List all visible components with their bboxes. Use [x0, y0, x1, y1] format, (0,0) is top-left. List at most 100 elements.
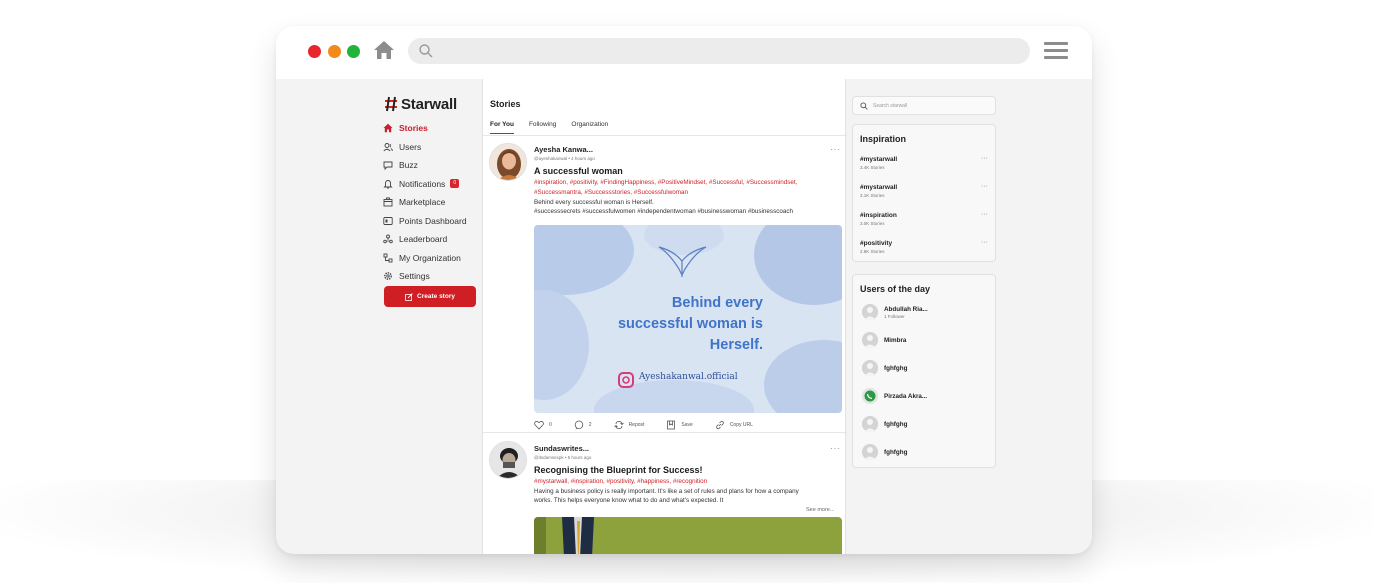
home-icon[interactable]	[373, 39, 395, 61]
post-more-options-icon[interactable]: ···	[830, 145, 841, 154]
post-hashtags[interactable]: #inspiration, #positivity, #FindingHappi…	[534, 178, 840, 197]
copy-url-label: Copy URL	[729, 422, 753, 428]
notification-count-badge: 0	[450, 179, 460, 189]
author-handle-time: @ayeshakanwal • 4 hours ago	[534, 156, 595, 161]
screenshot-stage: Starwall Stories Users Buzz Notification…	[0, 0, 1373, 583]
author-name[interactable]: Sundaswrites...	[534, 444, 589, 453]
user-of-day-item[interactable]: Mimbra	[862, 332, 906, 348]
save-label: Save	[681, 422, 693, 428]
chat-icon	[383, 161, 393, 171]
post-hashtags[interactable]: #mystarwall, #inspiration, #positivity, …	[534, 477, 840, 487]
comment-count: 2	[588, 422, 592, 428]
dashboard-icon	[383, 216, 393, 225]
search-icon	[419, 44, 433, 58]
sidebar-item-marketplace[interactable]: Marketplace	[383, 193, 483, 212]
trend-item[interactable]: #mystarwall 3.4K Stories ···	[860, 155, 990, 170]
see-more-link[interactable]: See more...	[806, 507, 834, 513]
sidebar-item-points-dashboard[interactable]: Points Dashboard	[383, 212, 483, 231]
minimize-window-button[interactable]	[328, 45, 341, 58]
browser-window: Starwall Stories Users Buzz Notification…	[276, 26, 1092, 554]
page-title: Stories	[490, 99, 521, 109]
repost-button[interactable]: Repost	[613, 420, 644, 430]
org-icon	[383, 253, 393, 263]
post-title[interactable]: A successful woman	[534, 166, 623, 176]
users-of-day-title: Users of the day	[860, 284, 931, 294]
page-viewport: Starwall Stories Users Buzz Notification…	[276, 79, 1092, 554]
create-story-button[interactable]: Create story	[384, 286, 476, 307]
search-icon	[860, 101, 868, 110]
author-name[interactable]: Ayesha Kanwa...	[534, 145, 593, 154]
user-avatar	[862, 444, 878, 460]
maximize-window-button[interactable]	[347, 45, 360, 58]
search-input[interactable]: Search starwall	[852, 96, 996, 115]
user-of-day-item[interactable]: fghfghg	[862, 360, 907, 376]
post-body-line: works. This helps everyone know what to …	[534, 497, 724, 504]
image-quote-text: Behind every successful woman is Herself…	[617, 295, 763, 353]
users-of-the-day-panel: Users of the day Abdullah Ria... 1 Follow…	[852, 274, 996, 468]
trend-item[interactable]: #inspiration 3.0K Stories ···	[860, 211, 990, 226]
tab-for-you[interactable]: For You	[490, 121, 514, 134]
trend-item[interactable]: #mystarwall 3.1K Stories ···	[860, 183, 990, 198]
sidebar-item-label: My Organization	[399, 252, 461, 263]
sidebar-item-notifications[interactable]: Notifications 0	[383, 175, 483, 194]
post-image[interactable]: Behind every successful woman is Herself…	[534, 225, 842, 413]
sidebar-item-my-organization[interactable]: My Organization	[383, 249, 483, 268]
user-of-day-item[interactable]: Abdullah Ria... 1 Follower	[862, 304, 928, 320]
trend-more-icon[interactable]: ···	[981, 211, 988, 218]
sidebar-item-settings[interactable]: Settings	[383, 267, 483, 286]
post-image[interactable]	[534, 517, 842, 554]
address-bar[interactable]	[408, 38, 1030, 64]
user-of-day-item[interactable]: fghfghg	[862, 444, 907, 460]
comment-icon	[574, 420, 583, 430]
man-avatar-image	[490, 442, 526, 478]
sidebar-nav: Stories Users Buzz Notifications 0 Marke…	[383, 119, 483, 286]
post-more-options-icon[interactable]: ···	[830, 444, 841, 453]
trend-more-icon[interactable]: ···	[981, 155, 988, 162]
user-avatar	[862, 332, 878, 348]
trend-more-icon[interactable]: ···	[981, 183, 988, 190]
close-window-button[interactable]	[308, 45, 321, 58]
copy-url-button[interactable]: Copy URL	[715, 420, 753, 430]
sidebar-item-label: Stories	[399, 123, 428, 134]
like-button[interactable]: 0	[534, 420, 552, 430]
sidebar-item-buzz[interactable]: Buzz	[383, 156, 483, 175]
post-body-line: Having a business policy is really impor…	[534, 488, 799, 495]
store-icon	[383, 197, 393, 207]
save-button[interactable]: Save	[666, 420, 693, 430]
users-icon	[383, 142, 393, 152]
user-of-day-item[interactable]: fghfghg	[862, 416, 907, 432]
tabs-divider	[483, 135, 847, 136]
sidebar-item-users[interactable]: Users	[383, 138, 483, 157]
leaderboard-icon	[383, 234, 393, 244]
user-avatar-whatsapp	[862, 388, 878, 404]
comment-button[interactable]: 2	[574, 420, 592, 430]
author-avatar[interactable]	[489, 143, 527, 181]
sidebar-item-leaderboard[interactable]: Leaderboard	[383, 230, 483, 249]
author-handle-time: @itsdamsexpk • 5 hours ago	[534, 455, 592, 460]
user-avatar	[862, 360, 878, 376]
search-placeholder: Search starwall	[873, 102, 908, 109]
gear-icon	[384, 272, 392, 281]
bookmark-icon	[667, 420, 676, 430]
post-body-line: Behind every successful woman is Herself…	[534, 199, 654, 206]
user-of-day-item[interactable]: Pirzada Akra...	[862, 388, 927, 404]
bell-icon	[383, 179, 393, 189]
repost-icon	[613, 421, 624, 429]
post-title[interactable]: Recognising the Blueprint for Success!	[534, 465, 703, 475]
image-instagram-handle: Ayeshakanwal.official	[639, 372, 738, 382]
tab-following[interactable]: Following	[529, 121, 556, 134]
edit-icon	[405, 292, 413, 301]
tab-organization[interactable]: Organization	[571, 121, 608, 134]
hamburger-menu-icon[interactable]	[1044, 42, 1068, 61]
link-icon	[716, 420, 724, 430]
sidebar-item-stories[interactable]: Stories	[383, 119, 483, 138]
starwall-logo[interactable]: Starwall	[383, 94, 457, 114]
sidebar-item-label: Notifications	[399, 178, 446, 189]
trend-more-icon[interactable]: ···	[981, 239, 988, 246]
author-avatar[interactable]	[489, 441, 527, 479]
post-divider	[483, 432, 847, 433]
user-avatar	[862, 304, 878, 320]
browser-titlebar	[276, 26, 1092, 79]
create-story-label: Create story	[417, 293, 455, 300]
trend-item[interactable]: #positivity 2.8K Stories ···	[860, 239, 990, 254]
